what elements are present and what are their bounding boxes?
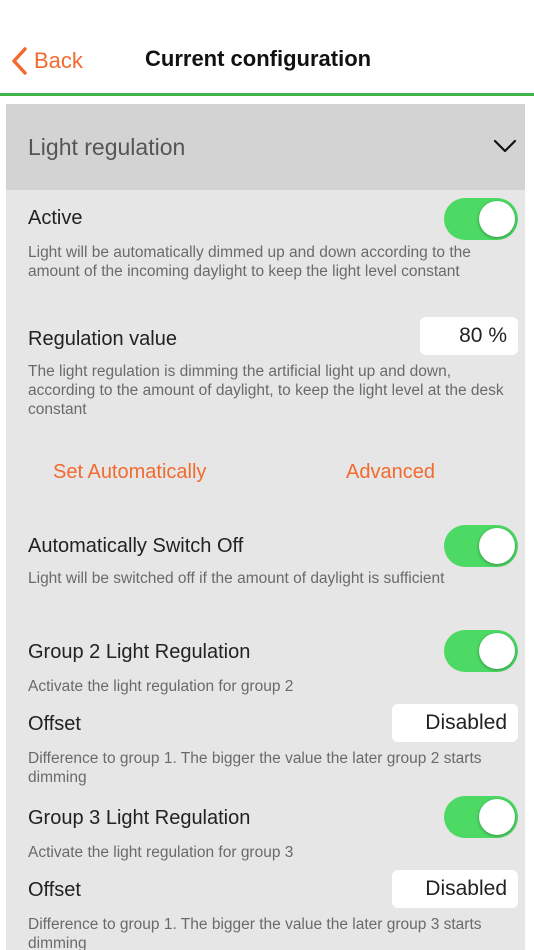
group3-offset-label: Offset <box>28 879 81 901</box>
back-button[interactable]: Back <box>10 44 83 78</box>
chevron-down-icon[interactable] <box>493 138 517 154</box>
light-regulation-panel: Light regulation Active Light will be au… <box>6 104 525 950</box>
group2-offset-label: Offset <box>28 713 81 735</box>
active-description: Light will be automatically dimmed up an… <box>28 244 471 280</box>
auto-switch-off-description: Light will be switched off if the amount… <box>28 570 445 587</box>
group3-regulation-description: Activate the light regulation for group … <box>28 844 294 861</box>
section-title: Light regulation <box>28 134 186 160</box>
active-toggle[interactable] <box>444 198 518 240</box>
active-label: Active <box>28 207 83 229</box>
group2-regulation-label: Group 2 Light Regulation <box>28 641 251 663</box>
toggle-knob <box>479 633 515 669</box>
toggle-knob <box>479 528 515 564</box>
toggle-knob <box>479 201 515 237</box>
regulation-value-label: Regulation value <box>28 328 177 350</box>
page-title: Current configuration <box>145 46 372 71</box>
auto-switch-off-label: Automatically Switch Off <box>28 535 244 557</box>
regulation-value-field[interactable]: 80 % <box>420 317 518 355</box>
group3-offset-field[interactable]: Disabled <box>392 870 518 908</box>
nav-bar: Back Current configuration <box>0 0 534 93</box>
advanced-button[interactable]: Advanced <box>346 461 435 484</box>
regulation-value-description: The light regulation is dimming the arti… <box>28 363 504 418</box>
back-label: Back <box>34 48 83 73</box>
toggle-knob <box>479 799 515 835</box>
group3-regulation-toggle[interactable] <box>444 796 518 838</box>
group3-offset-description: Difference to group 1. The bigger the va… <box>28 916 482 950</box>
group2-offset-field[interactable]: Disabled <box>392 704 518 742</box>
auto-switch-off-toggle[interactable] <box>444 525 518 567</box>
group2-offset-description: Difference to group 1. The bigger the va… <box>28 750 482 786</box>
set-automatically-button[interactable]: Set Automatically <box>53 461 206 484</box>
group2-regulation-description: Activate the light regulation for group … <box>28 678 294 695</box>
nav-divider <box>0 93 534 96</box>
group2-regulation-toggle[interactable] <box>444 630 518 672</box>
section-header[interactable]: Light regulation <box>6 104 525 190</box>
group3-regulation-label: Group 3 Light Regulation <box>28 807 251 829</box>
chevron-left-icon <box>12 47 27 75</box>
